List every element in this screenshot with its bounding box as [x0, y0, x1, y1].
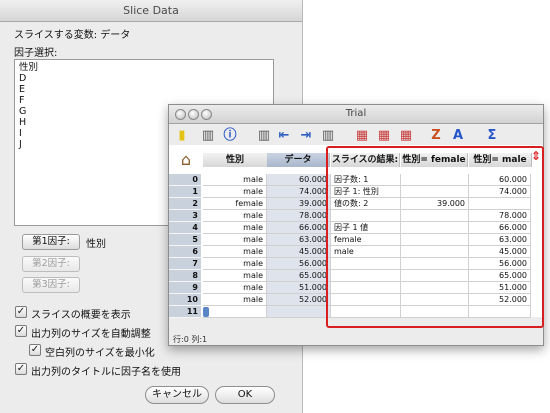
cancel-button[interactable]: キャンセル — [145, 386, 209, 404]
row-number[interactable]: 6 — [169, 246, 201, 258]
home-icon[interactable]: ⌂ — [174, 149, 198, 171]
factor2-button[interactable]: 第2因子: — [22, 256, 80, 272]
factor-list-item[interactable]: 性別 — [19, 62, 38, 73]
cell-data[interactable]: 78.000 — [267, 210, 331, 222]
row-number[interactable]: 0 — [169, 174, 201, 186]
cell-sex[interactable]: male — [203, 210, 267, 222]
factor-list-item[interactable]: H — [19, 117, 26, 128]
slice-2-icon[interactable]: ▦ — [375, 127, 393, 145]
sigma-icon[interactable]: Σ — [483, 127, 501, 145]
table-icon[interactable]: ▥ — [255, 127, 273, 145]
factor-select-label: 因子選択: — [14, 48, 58, 59]
factor3-button[interactable]: 第3因子: — [22, 277, 80, 293]
row-number[interactable]: 4 — [169, 222, 201, 234]
sort-az-icon[interactable]: A — [449, 127, 467, 145]
cell-sex[interactable]: male — [203, 270, 267, 282]
cell-data[interactable]: 63.000 — [267, 234, 331, 246]
cell-sex[interactable]: male — [203, 258, 267, 270]
show-summary-checkbox[interactable]: ✓ — [15, 306, 27, 318]
cell-data[interactable]: 60.000 — [267, 174, 331, 186]
factor-list-item[interactable]: E — [19, 84, 25, 95]
cell-sex[interactable]: male — [203, 186, 267, 198]
factor-list-item[interactable]: F — [19, 95, 24, 106]
horizontal-scrollbar[interactable] — [203, 307, 209, 317]
cell-sex[interactable]: female — [203, 198, 267, 210]
minimize-blank-checkbox[interactable]: ✓ — [29, 344, 41, 356]
slice-icon[interactable]: ▦ — [353, 127, 371, 145]
column-2-icon[interactable]: ▥ — [319, 127, 337, 145]
cell-data[interactable]: 52.000 — [267, 294, 331, 306]
insert-right-icon[interactable]: ⇥ — [297, 127, 315, 145]
cell-data[interactable] — [267, 306, 331, 318]
factor-list-item[interactable]: D — [19, 73, 26, 84]
row-number[interactable]: 3 — [169, 210, 201, 222]
new-doc-icon[interactable]: ▮ — [173, 127, 191, 145]
cell-sex[interactable] — [203, 306, 267, 318]
slice-3-icon[interactable]: ▦ — [397, 127, 415, 145]
cell-sex[interactable]: male — [203, 174, 267, 186]
factor1-value: 性別 — [86, 239, 106, 250]
dialog-title: Slice Data — [123, 4, 179, 17]
column-header-data[interactable]: データ — [267, 153, 330, 167]
cell-data[interactable]: 74.000 — [267, 186, 331, 198]
cell-data[interactable]: 39.000 — [267, 198, 331, 210]
sort-za-icon[interactable]: Z — [427, 127, 445, 145]
factor1-button[interactable]: 第1因子: — [22, 234, 80, 250]
show-summary-label: スライスの概要を表示 — [31, 310, 131, 321]
slice-result-highlight — [326, 146, 544, 328]
factor-list-item[interactable]: G — [19, 106, 26, 117]
row-number[interactable]: 2 — [169, 198, 201, 210]
row-number[interactable]: 8 — [169, 270, 201, 282]
dialog-titlebar: Slice Data — [0, 0, 302, 22]
factor-list-item[interactable]: I — [19, 128, 22, 139]
use-factor-name-label: 出力列のタイトルに因子名を使用 — [31, 367, 181, 378]
auto-resize-label: 出力列のサイズを自動調整 — [31, 329, 151, 340]
cell-sex[interactable]: male — [203, 246, 267, 258]
cell-data[interactable]: 45.000 — [267, 246, 331, 258]
info-icon[interactable]: ⓘ — [221, 127, 239, 145]
trial-window: Trial ▮ ▥ ⓘ ▥ ⇤ ⇥ ▥ ▦ ▦ ▦ Z A Σ ⌂ 性別 データ… — [168, 104, 544, 346]
row-number[interactable]: 5 — [169, 234, 201, 246]
cell-sex[interactable]: male — [203, 282, 267, 294]
ok-button[interactable]: OK — [215, 386, 275, 404]
use-factor-name-checkbox[interactable]: ✓ — [15, 363, 27, 375]
cell-data[interactable]: 66.000 — [267, 222, 331, 234]
column-icon[interactable]: ▥ — [199, 127, 217, 145]
column-header-sex[interactable]: 性別 — [203, 153, 268, 167]
cell-sex[interactable]: male — [203, 222, 267, 234]
row-number[interactable]: 9 — [169, 282, 201, 294]
cell-data[interactable]: 65.000 — [267, 270, 331, 282]
auto-resize-checkbox[interactable]: ✓ — [15, 325, 27, 337]
row-number[interactable]: 10 — [169, 294, 201, 306]
cell-sex[interactable]: male — [203, 294, 267, 306]
insert-left-icon[interactable]: ⇤ — [275, 127, 293, 145]
cell-data[interactable]: 56.000 — [267, 258, 331, 270]
trial-title: Trial — [345, 108, 367, 119]
factor-list-item[interactable]: J — [19, 139, 22, 150]
trial-titlebar: Trial — [169, 105, 543, 124]
row-number[interactable]: 1 — [169, 186, 201, 198]
cell-data[interactable]: 51.000 — [267, 282, 331, 294]
cell-sex[interactable]: male — [203, 234, 267, 246]
minimize-blank-label: 空白列のサイズを最小化 — [45, 348, 155, 359]
row-number[interactable]: 7 — [169, 258, 201, 270]
row-number[interactable]: 11 — [169, 306, 201, 318]
slice-variable-label: スライスする変数: データ — [14, 30, 131, 41]
status-bar: 行:0 列:1 — [173, 335, 208, 344]
